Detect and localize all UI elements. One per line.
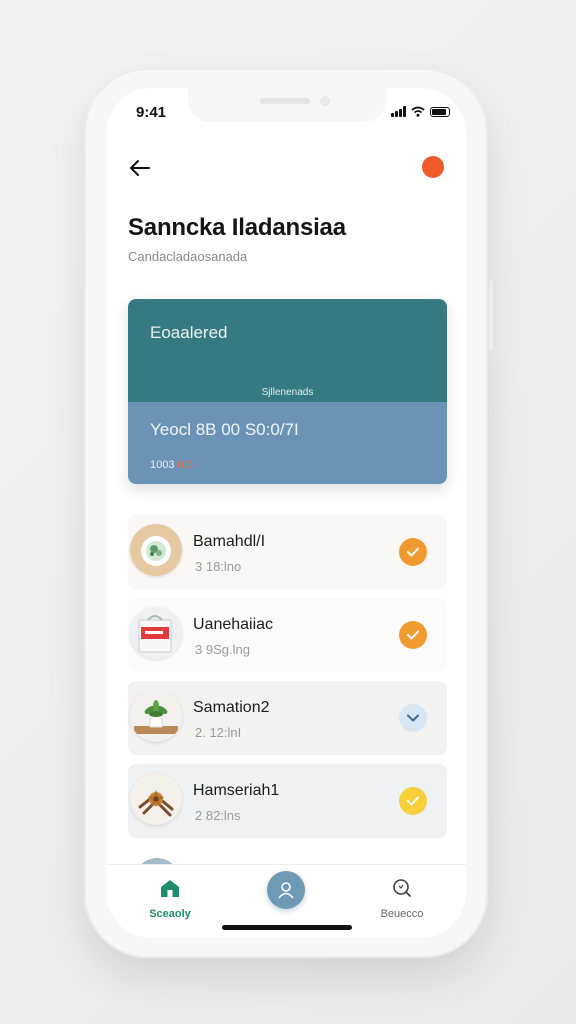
card-amount: Yeocl 8B 00 S0:0/7I	[150, 420, 299, 439]
list-item[interactable]: Bamahdl/I 3 18:lno	[128, 515, 447, 589]
check-icon[interactable]	[399, 538, 427, 566]
back-button[interactable]	[126, 156, 154, 180]
tab-home[interactable]: Sceaoly	[130, 877, 210, 920]
app-screen: 9:41 Sanncka Iladansiaa Candacladaosanad…	[106, 88, 466, 938]
item-name: Hamseriah1	[193, 782, 280, 799]
item-name: Bamahdl/I	[193, 533, 266, 550]
check-icon[interactable]	[399, 621, 427, 649]
item-name: Samation2	[193, 699, 270, 716]
chevron-down-icon[interactable]	[399, 704, 427, 732]
profile-button[interactable]	[267, 871, 305, 909]
side-button	[489, 280, 493, 350]
battery-icon	[430, 106, 450, 117]
item-name: Uanehaiiac	[193, 616, 274, 633]
bag-icon	[130, 607, 182, 659]
tab-search[interactable]: Beuecco	[362, 877, 442, 920]
wifi-icon	[411, 106, 425, 117]
user-icon	[278, 882, 294, 899]
card-note-highlight: 0.0	[177, 459, 193, 471]
page-title: Sanncka Iladansiaa	[128, 214, 346, 241]
notification-dot[interactable]	[422, 156, 444, 178]
card-note-prefix: 1003	[150, 459, 175, 471]
check-icon[interactable]	[399, 787, 427, 815]
card-note: 1003 0.0	[150, 459, 193, 471]
signal-icon	[391, 106, 406, 117]
status-time: 9:41	[136, 104, 167, 121]
item-meta: 3 9Sg.lng	[195, 642, 250, 657]
speaker	[260, 98, 310, 104]
card-heading: Eoaalered	[150, 323, 228, 342]
status-icons	[391, 106, 450, 117]
list-item[interactable]: Samation2 2. 12:lnI	[128, 681, 447, 755]
list-item[interactable]: Hamseriah1 2 82:lns	[128, 764, 447, 838]
item-meta: 3 18:lno	[195, 559, 242, 574]
tab-home-label: Sceaoly	[149, 908, 191, 920]
bowl-icon	[130, 524, 182, 576]
search-icon	[393, 879, 411, 897]
home-indicator[interactable]	[222, 925, 352, 930]
arrow-left-icon	[130, 160, 150, 176]
item-list: Bamahdl/I 3 18:lno Uanehaiiac 3 9Sg.lng	[128, 515, 447, 847]
tab-search-label: Beuecco	[380, 908, 424, 920]
page-subtitle: Candacladaosanada	[128, 249, 248, 264]
home-icon	[161, 880, 179, 897]
front-camera	[320, 96, 330, 106]
spice-icon	[130, 773, 182, 825]
card-bottom-panel	[128, 402, 447, 484]
item-meta: 2. 12:lnI	[195, 725, 242, 740]
card-mid-label: Sjllenenads	[261, 387, 314, 398]
plant-icon	[130, 690, 182, 742]
item-meta: 2 82:lns	[195, 808, 241, 823]
summary-card[interactable]: Eoaalered Sjllenenads Yeocl 8B 00 S0:0/7…	[128, 299, 447, 484]
list-item[interactable]: Uanehaiiac 3 9Sg.lng	[128, 598, 447, 672]
notch	[188, 88, 386, 122]
